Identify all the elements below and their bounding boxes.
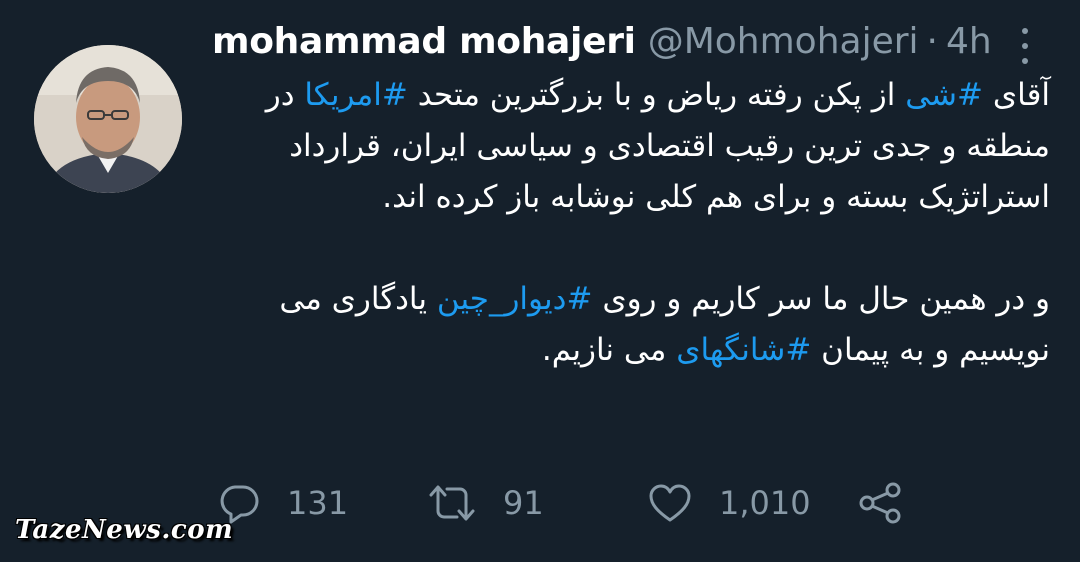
like-count: 1,010 [719, 484, 811, 522]
share-icon [859, 482, 901, 524]
retweet-count: 91 [503, 484, 544, 522]
hashtag-link[interactable]: #شانگهای [676, 332, 811, 368]
text-segment: می نازیم. [541, 332, 677, 368]
tweet-text: آقای #شی از پکن رفته ریاض و با بزرگترین … [205, 70, 1050, 376]
author-name[interactable]: mohammad mohajeri [212, 20, 636, 64]
more-dot [1022, 58, 1028, 64]
watermark: TazeNews.com [15, 515, 234, 545]
tweet-paragraph: و در همین حال ما سر کاریم و روی #دیوار_چ… [205, 274, 1050, 376]
retweet-icon [429, 485, 475, 521]
action-bar: 131 91 1,010 [205, 473, 1050, 533]
more-icon[interactable] [1015, 28, 1035, 64]
hashtag-link[interactable]: #امریکا [304, 77, 408, 113]
more-dot [1022, 43, 1028, 49]
separator-dot: · [926, 21, 938, 62]
reply-button[interactable]: 131 [217, 473, 348, 533]
share-button[interactable] [857, 473, 903, 533]
avatar-photo [34, 45, 182, 193]
like-button[interactable]: 1,010 [647, 473, 811, 533]
text-segment: از پکن رفته ریاض و با بزرگترین متحد [407, 77, 906, 113]
avatar[interactable] [34, 45, 182, 193]
text-segment: و در همین حال ما سر کاریم و روی [592, 281, 1050, 317]
reply-count: 131 [287, 484, 349, 522]
tweet-paragraph: آقای #شی از پکن رفته ریاض و با بزرگترین … [205, 70, 1050, 223]
hashtag-link[interactable]: #دیوار_چین [437, 281, 593, 317]
hashtag-link[interactable]: #شی [905, 77, 983, 113]
author-handle[interactable]: @Mohmohajeri [648, 20, 919, 64]
retweet-button[interactable]: 91 [427, 473, 544, 533]
text-segment: آقای [983, 77, 1050, 113]
tweet-header: mohammad mohajeri @Mohmohajeri · 4h [212, 20, 992, 64]
timestamp[interactable]: 4h [946, 20, 992, 64]
more-dot [1022, 28, 1028, 34]
heart-icon [649, 484, 691, 522]
